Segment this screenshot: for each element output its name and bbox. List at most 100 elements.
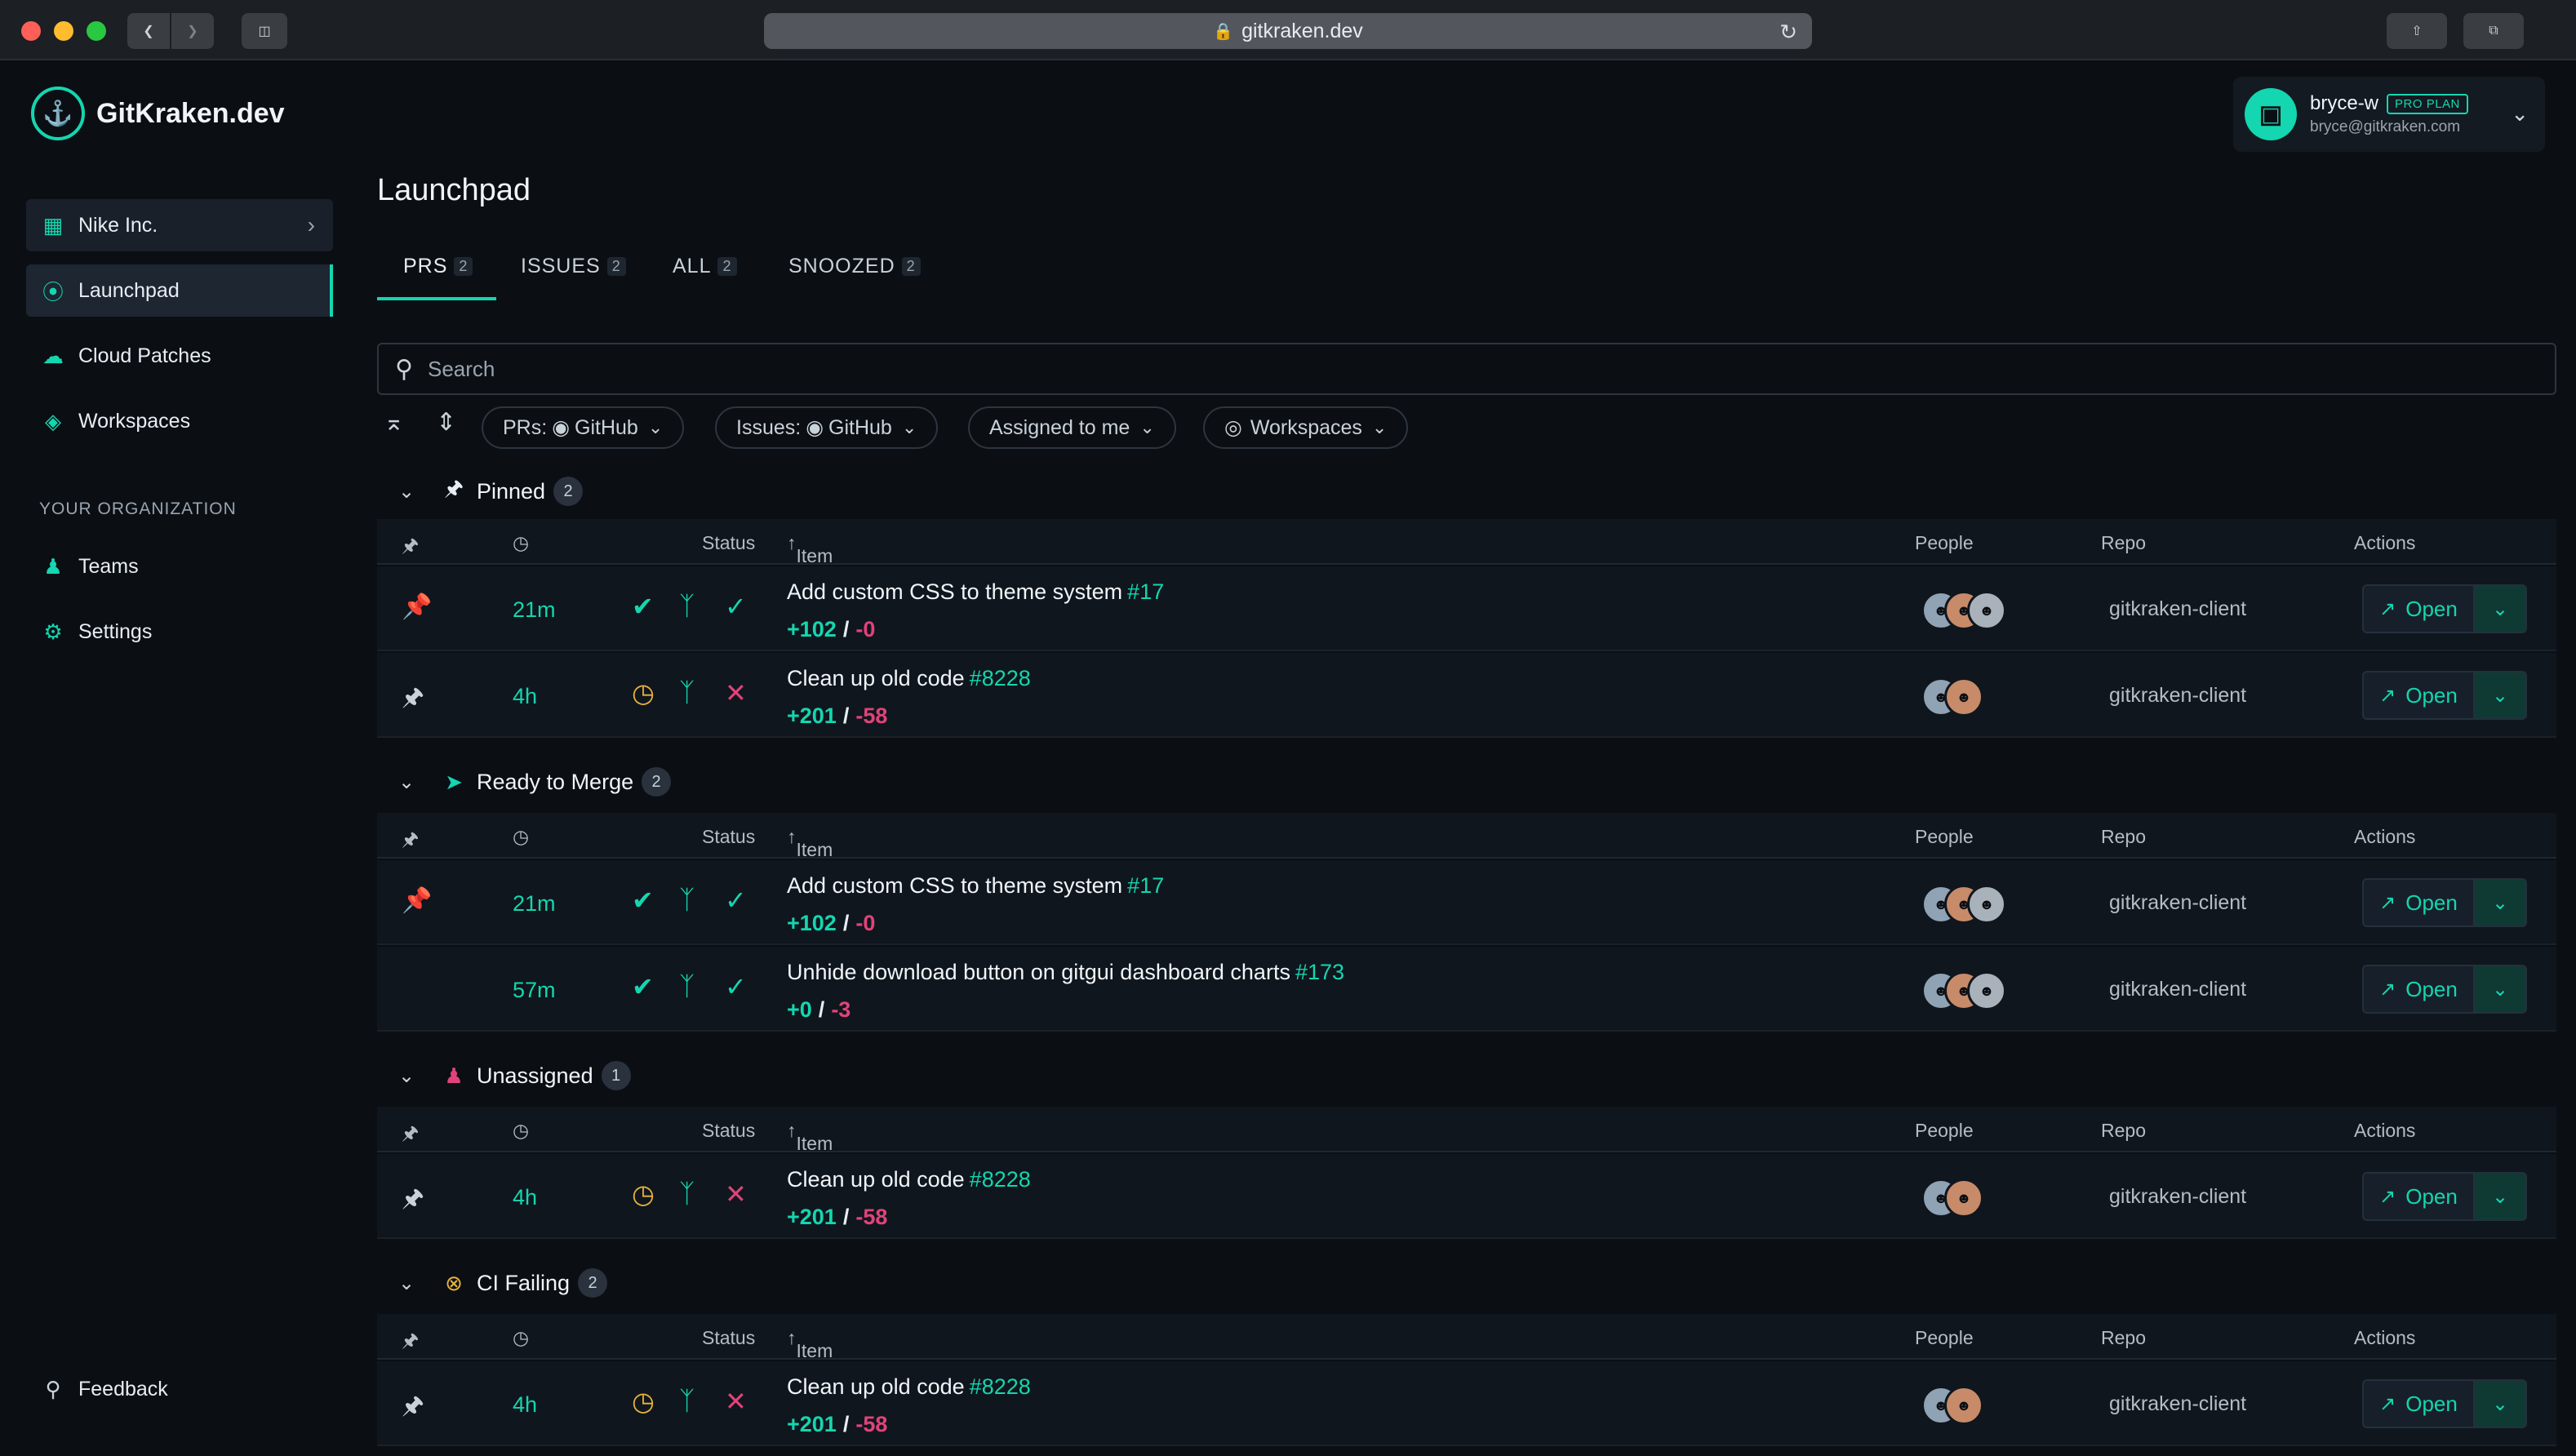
x-circle-icon: ⊗ <box>445 1270 463 1295</box>
column-repo[interactable]: Repo <box>2101 532 2146 554</box>
actions-dropdown-button[interactable]: ⌄ <box>2475 1172 2527 1221</box>
external-link-icon: ↗ <box>2379 597 2396 620</box>
column-actions: Actions <box>2354 532 2416 553</box>
table-row[interactable]: 📌 21m ✔ ᛉ ✓ Add custom CSS to theme syst… <box>377 860 2556 945</box>
github-icon: ◉ <box>552 416 571 439</box>
chevron-down-icon: ⌄ <box>901 417 917 437</box>
actions-dropdown-button[interactable]: ⌄ <box>2475 671 2527 720</box>
tab-label: SNOOZED <box>788 255 895 277</box>
close-window-button[interactable] <box>21 21 41 41</box>
sidebar-item-cloud-patches[interactable]: ☁ Cloud Patches <box>26 330 333 382</box>
column-status[interactable]: Status <box>702 826 755 848</box>
column-people[interactable]: People <box>1915 826 1974 848</box>
item-age: 21m <box>513 597 556 622</box>
feedback-link[interactable]: ⚲ Feedback <box>26 1363 333 1415</box>
sidebar: ⚓ GitKraken.dev ▦ Nike Inc. › ⦿ Launchpa… <box>0 60 343 1456</box>
column-people[interactable]: People <box>1915 1327 1974 1349</box>
group-header-unassigned[interactable]: ⌄ ♟ Unassigned 1 <box>398 1061 631 1090</box>
group-header-pinned[interactable]: ⌄ 🖈 Pinned 2 <box>398 473 584 509</box>
column-actions: Actions <box>2354 1120 2416 1141</box>
sidebar-item-launchpad[interactable]: ⦿ Launchpad <box>26 264 333 317</box>
sidebar-item-teams[interactable]: ♟ Teams <box>26 540 333 593</box>
address-bar[interactable]: 🔒 gitkraken.dev ↻ <box>764 13 1812 49</box>
column-repo[interactable]: Repo <box>2101 1327 2146 1349</box>
pin-column-icon: 🖈 <box>402 1122 420 1143</box>
pinned-icon[interactable]: 📌 <box>402 886 432 915</box>
diff-stats: +102/-0 <box>787 911 876 935</box>
table-row[interactable]: 🖈 4h ◷ ᛉ ✕ Clean up old code #8228 +201/-… <box>377 1154 2556 1239</box>
share-button[interactable]: ⇧ <box>2387 13 2447 49</box>
actions-dropdown-button[interactable]: ⌄ <box>2475 1379 2527 1428</box>
assigned-filter[interactable]: Assigned to me ⌄ <box>968 406 1176 449</box>
column-repo[interactable]: Repo <box>2101 1120 2146 1142</box>
tab-overview-button[interactable]: ⧉ <box>2463 13 2524 49</box>
pin-icon[interactable]: 🖈 <box>402 1387 424 1429</box>
collapse-all-icon[interactable]: ⌅ <box>384 408 404 437</box>
issues-filter[interactable]: Issues: ◉ GitHub ⌄ <box>715 406 939 449</box>
app-logo[interactable]: ⚓ GitKraken.dev <box>31 87 285 140</box>
open-button[interactable]: ↗ Open <box>2362 1172 2475 1221</box>
sidebar-toggle-button[interactable]: ◫ <box>242 13 287 49</box>
column-item[interactable]: ↑ Item <box>787 826 833 860</box>
open-button[interactable]: ↗ Open <box>2362 878 2475 927</box>
group-header-ci-failing[interactable]: ⌄ ⊗ CI Failing 2 <box>398 1268 608 1298</box>
table-row[interactable]: 🖈 4h ◷ ᛉ ✕ Clean up old code #8228 +201/-… <box>377 1361 2556 1446</box>
prs-filter[interactable]: PRs: ◉ GitHub ⌄ <box>482 406 685 449</box>
group-header-ready-to-merge[interactable]: ⌄ ➤ Ready to Merge 2 <box>398 767 672 797</box>
pin-icon[interactable]: 🖈 <box>402 1180 424 1222</box>
column-people[interactable]: People <box>1915 1120 1974 1142</box>
table-row[interactable]: 🖈 4h ◷ ᛉ ✕ Clean up old code #8228 +201/-… <box>377 653 2556 738</box>
item-title[interactable]: Add custom CSS to theme system #17 <box>787 873 1164 899</box>
column-status[interactable]: Status <box>702 1120 755 1142</box>
column-item[interactable]: ↑ Item <box>787 1120 833 1154</box>
table-row[interactable]: 📌 21m ✔ ᛉ ✓ Add custom CSS to theme syst… <box>377 566 2556 651</box>
actions-dropdown-button[interactable]: ⌄ <box>2475 965 2527 1014</box>
tab-all[interactable]: ALL 2 <box>673 255 737 278</box>
clock-icon: ◷ <box>632 1387 655 1416</box>
cloud-icon: ☁ <box>42 343 64 368</box>
sidebar-item-workspaces[interactable]: ◈ Workspaces <box>26 395 333 447</box>
table-row[interactable]: 57m ✔ ᛉ ✓ Unhide download button on gitg… <box>377 947 2556 1032</box>
item-title[interactable]: Clean up old code #8228 <box>787 1167 1031 1192</box>
tab-prs[interactable]: PRS 2 <box>403 255 473 278</box>
item-title[interactable]: Add custom CSS to theme system #17 <box>787 579 1164 605</box>
open-button[interactable]: ↗ Open <box>2362 671 2475 720</box>
plan-badge: PRO PLAN <box>2387 93 2468 114</box>
external-link-icon: ↗ <box>2379 1185 2396 1208</box>
open-button[interactable]: ↗ Open <box>2362 965 2475 1014</box>
maximize-window-button[interactable] <box>87 21 106 41</box>
actions-dropdown-button[interactable]: ⌄ <box>2475 878 2527 927</box>
search-input[interactable]: ⚲ Search <box>377 343 2556 395</box>
pin-icon[interactable]: 🖈 <box>402 679 424 721</box>
forward-button[interactable]: ❯ <box>171 13 214 49</box>
item-title[interactable]: Clean up old code #8228 <box>787 1374 1031 1400</box>
column-status[interactable]: Status <box>702 532 755 554</box>
column-item[interactable]: ↑ Item <box>787 1327 833 1361</box>
expand-all-icon[interactable]: ⇕ <box>436 408 456 437</box>
column-people[interactable]: People <box>1915 532 1974 554</box>
minimize-window-button[interactable] <box>54 21 73 41</box>
chevron-down-icon: ⌄ <box>2491 891 2509 914</box>
group-name: CI Failing <box>477 1270 571 1295</box>
sidebar-item-settings[interactable]: ⚙ Settings <box>26 606 333 658</box>
open-button[interactable]: ↗ Open <box>2362 584 2475 633</box>
actions-dropdown-button[interactable]: ⌄ <box>2475 584 2527 633</box>
column-status[interactable]: Status <box>702 1327 755 1349</box>
tab-snoozed[interactable]: SNOOZED 2 <box>788 255 921 278</box>
actions: ↗ Open ⌄ <box>2362 1379 2527 1428</box>
x-icon: ✕ <box>725 1179 747 1209</box>
reload-icon[interactable]: ↻ <box>1779 20 1797 45</box>
workspaces-filter[interactable]: ◎ Workspaces ⌄ <box>1203 406 1409 449</box>
pinned-icon[interactable]: 📌 <box>402 593 432 621</box>
column-repo[interactable]: Repo <box>2101 826 2146 848</box>
back-button[interactable]: ❮ <box>127 13 170 49</box>
group-name: Unassigned <box>477 1063 593 1088</box>
open-button[interactable]: ↗ Open <box>2362 1379 2475 1428</box>
user-menu[interactable]: ▣ bryce-w PRO PLAN bryce@gitkraken.com ⌄ <box>2233 77 2545 152</box>
item-title[interactable]: Clean up old code #8228 <box>787 666 1031 691</box>
column-item[interactable]: ↑ Item <box>787 532 833 566</box>
org-switcher[interactable]: ▦ Nike Inc. › <box>26 199 333 251</box>
item-title[interactable]: Unhide download button on gitgui dashboa… <box>787 960 1344 985</box>
tab-issues[interactable]: ISSUES 2 <box>521 255 626 278</box>
chevron-down-icon: ⌄ <box>2511 101 2529 126</box>
